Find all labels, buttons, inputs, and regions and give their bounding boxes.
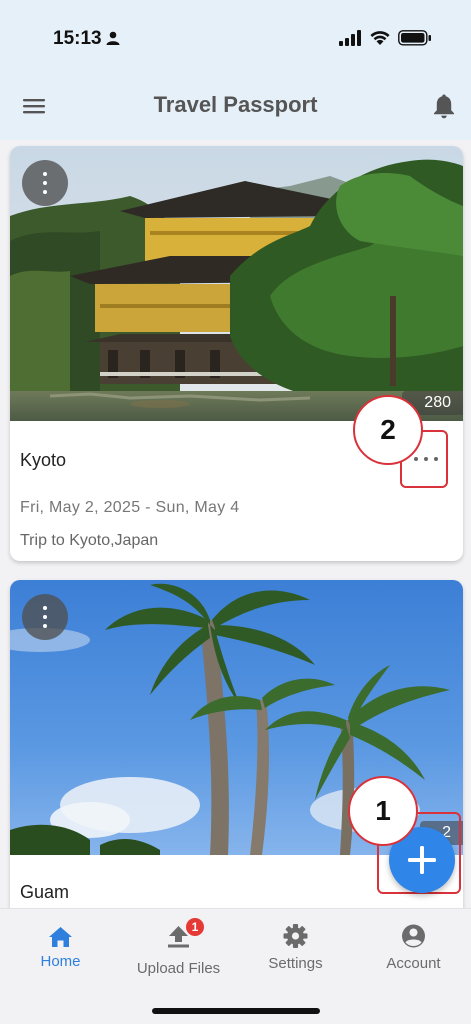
annotation-marker-1: 1 xyxy=(348,776,418,846)
home-icon xyxy=(49,927,72,947)
nav-home[interactable]: Home xyxy=(2,909,119,989)
screen: 15:13 Travel Passport 280 Kyoto Fri, May… xyxy=(0,0,471,1024)
nav-account[interactable]: Account xyxy=(355,909,471,989)
trip-photo[interactable]: 280 xyxy=(10,146,463,421)
status-bar: 15:13 xyxy=(0,0,471,72)
bell-icon[interactable] xyxy=(433,93,455,119)
trip-dates: Fri, May 2, 2025 - Sun, May 4 xyxy=(20,499,240,516)
nav-label: Settings xyxy=(268,955,323,972)
top-bar: 15:13 Travel Passport xyxy=(0,0,471,140)
photo-options-button[interactable] xyxy=(22,594,68,640)
trip-description: Trip to Kyoto,Japan xyxy=(20,532,159,549)
bottom-nav: Home 1 Upload Files Settings Account xyxy=(0,908,471,1024)
plus-icon xyxy=(408,846,436,874)
trip-title: Kyoto xyxy=(20,450,67,470)
nav-label: Home xyxy=(40,953,81,970)
home-indicator xyxy=(152,1008,320,1014)
nav-upload-files[interactable]: 1 Upload Files xyxy=(120,909,237,989)
upload-icon xyxy=(168,926,189,948)
trip-title: Guam xyxy=(20,882,70,902)
app-bar: Travel Passport xyxy=(0,72,471,140)
kinkakuji-photo xyxy=(10,146,463,421)
trip-card-kyoto[interactable]: 280 Kyoto Fri, May 2, 2025 - Sun, May 4 … xyxy=(10,146,463,561)
annotation-marker-2: 2 xyxy=(353,395,423,465)
signal-icon xyxy=(339,30,361,46)
nav-label: Account xyxy=(386,955,441,972)
account-icon xyxy=(402,924,425,948)
gear-icon xyxy=(283,924,308,948)
status-time: 15:13 xyxy=(53,28,102,49)
nav-label: Upload Files xyxy=(136,960,221,977)
person-icon xyxy=(106,31,120,45)
wifi-icon xyxy=(370,31,390,45)
nav-settings[interactable]: Settings xyxy=(237,909,354,989)
page-title: Travel Passport xyxy=(153,92,318,117)
upload-count-badge: 1 xyxy=(186,918,204,936)
battery-icon xyxy=(398,30,431,46)
photo-options-button[interactable] xyxy=(22,160,68,206)
